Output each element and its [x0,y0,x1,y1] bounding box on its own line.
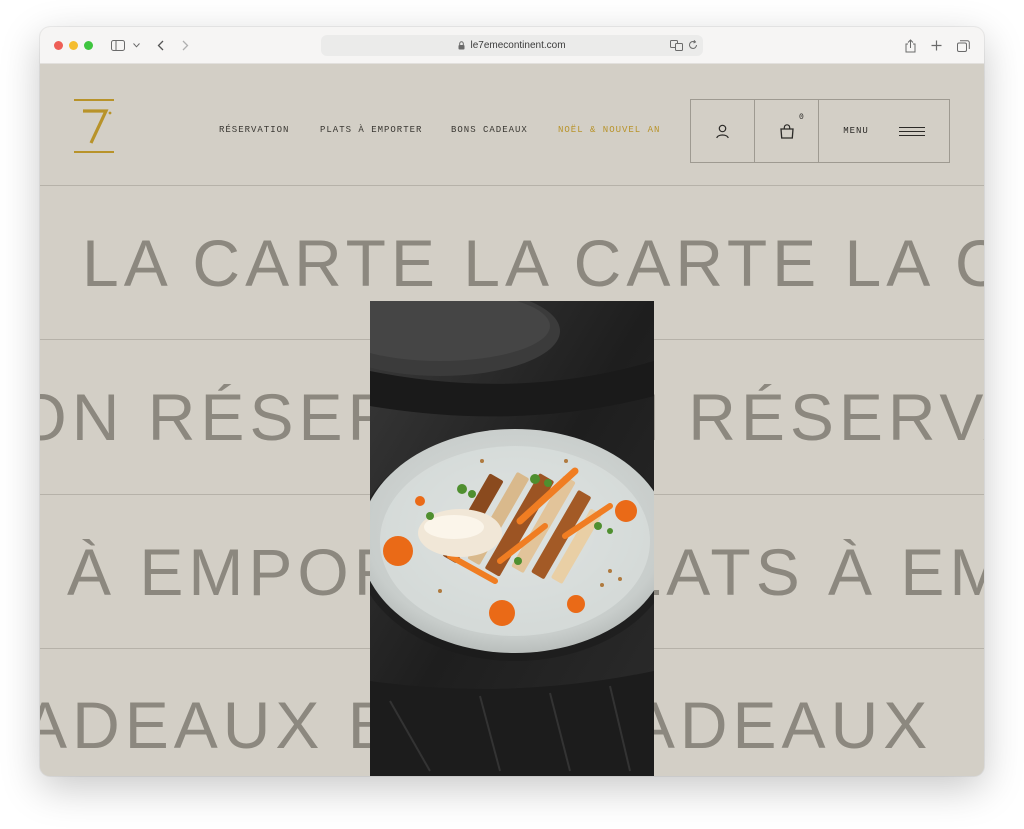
menu-button[interactable]: MENU [818,99,950,163]
marquee-la-carte[interactable]: LA CARTE LA CARTE LA CARTE LA CARTE [40,230,984,300]
account-button[interactable] [690,99,755,163]
forward-icon[interactable] [179,37,191,54]
shopping-bag-icon [779,123,794,139]
dish-photo [370,301,654,776]
menu-label: MENU [843,126,869,136]
translate-icon[interactable] [670,40,683,54]
nav-bons-cadeaux[interactable]: BONS CADEAUX [451,125,528,135]
hamburger-icon [898,126,925,136]
close-window-button[interactable] [54,41,63,50]
sidebar-icon[interactable] [110,37,126,54]
tab-overview-icon[interactable] [956,37,970,54]
site-logo[interactable] [74,99,114,153]
user-icon [716,124,729,138]
header-divider [40,185,984,186]
back-icon[interactable] [154,37,166,54]
address-url: le7emecontinent.com [470,40,566,51]
nav-noel-nouvel-an[interactable]: NOËL & NOUVEL AN [558,125,660,135]
new-tab-icon[interactable] [930,37,942,54]
zoom-window-button[interactable] [84,41,93,50]
browser-window: le7emecontinent.com RÉSERVATION PLATS À … [40,27,984,776]
nav-plats-a-emporter[interactable]: PLATS À EMPORTER [320,125,422,135]
share-icon[interactable] [904,37,916,54]
reload-icon[interactable] [688,39,698,53]
nav-reservation[interactable]: RÉSERVATION [219,125,289,135]
address-bar[interactable]: le7emecontinent.com [321,35,703,56]
chevron-down-icon[interactable] [131,37,141,54]
lock-icon [458,41,465,50]
marquee-text: LA CARTE LA CARTE LA CARTE LA CARTE [82,230,984,300]
minimize-window-button[interactable] [69,41,78,50]
cart-count-badge: 0 [799,113,804,122]
website-page: RÉSERVATION PLATS À EMPORTER BONS CADEAU… [40,64,984,776]
browser-titlebar: le7emecontinent.com [40,27,984,64]
cart-button[interactable]: 0 [754,99,819,163]
